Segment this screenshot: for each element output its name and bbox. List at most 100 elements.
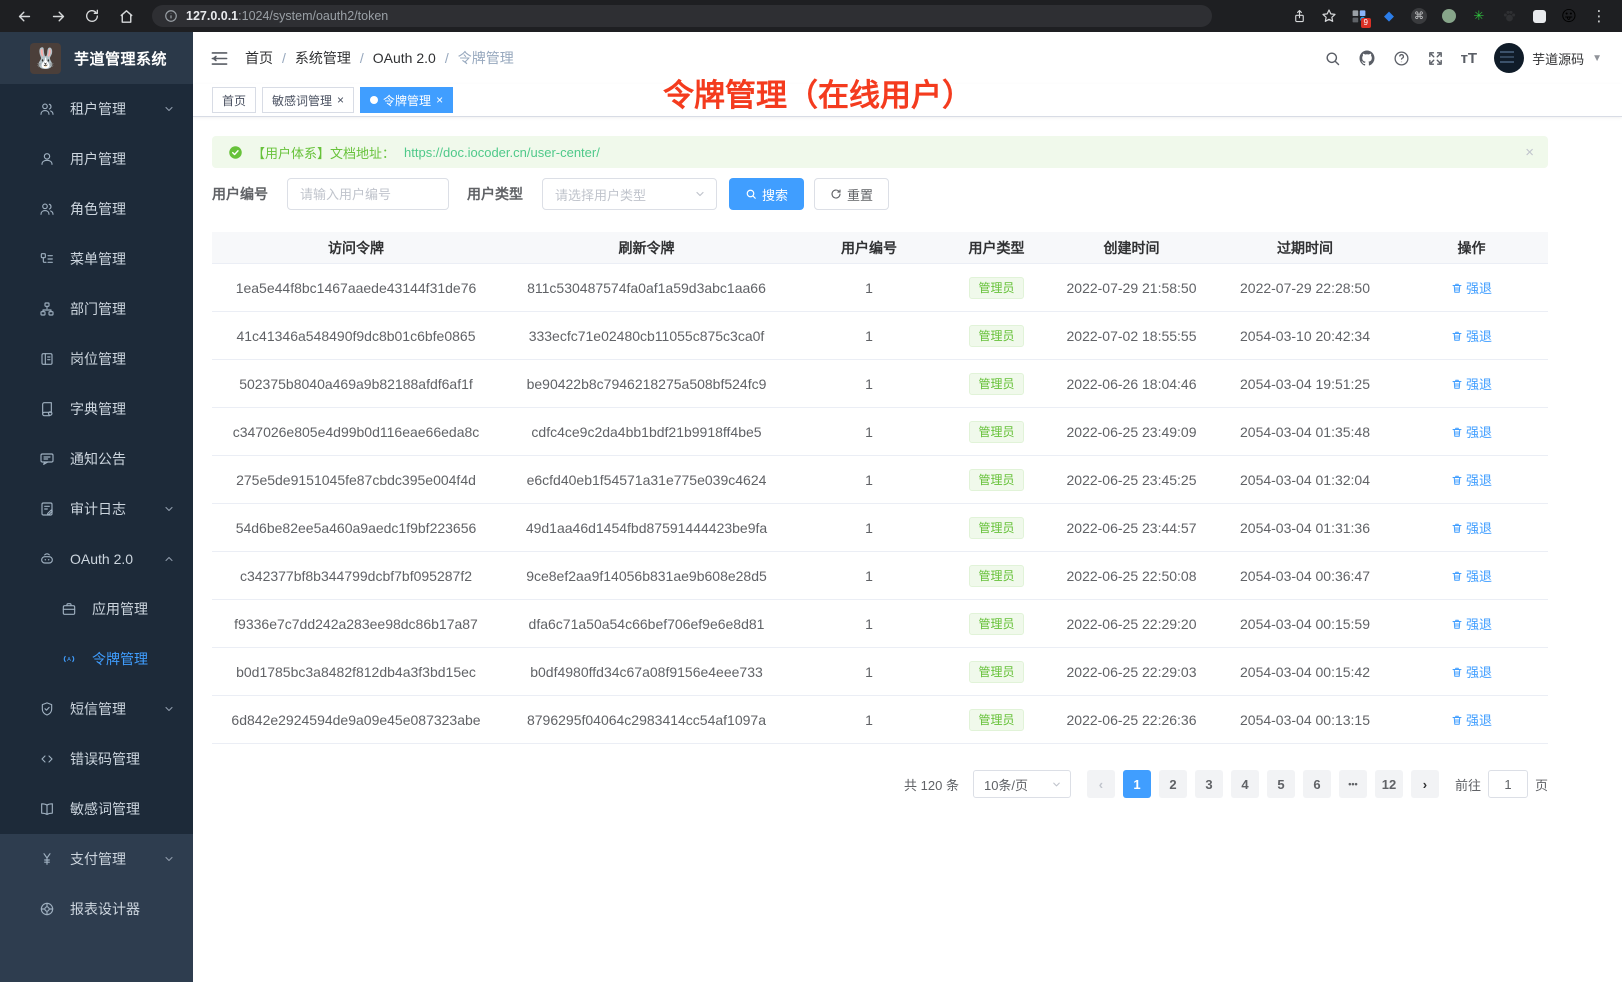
search-button[interactable]: 搜索 [729,178,804,210]
force-logout-button[interactable]: 强退 [1451,278,1492,297]
alert-link[interactable]: https://doc.iocoder.cn/user-center/ [404,145,600,160]
chevron-down-icon [163,703,175,715]
chevron-down-icon: ▼ [1592,53,1602,64]
force-logout-button[interactable]: 强退 [1451,374,1492,393]
sidebar-item-menu[interactable]: 菜单管理 [0,234,193,284]
fullscreen-icon[interactable] [1427,50,1444,67]
tab-敏感词管理[interactable]: 敏感词管理× [262,87,354,113]
sidebar-item-tenant[interactable]: 租户管理 [0,84,193,134]
table-row: 41c41346a548490f9dc8b01c6bfe0865333ecfc7… [212,312,1548,360]
page-button-3[interactable]: 3 [1195,770,1223,798]
search-icon[interactable] [1324,50,1341,67]
user-id-input[interactable] [287,178,449,210]
next-page-button[interactable]: › [1411,770,1439,798]
home-icon[interactable] [112,4,140,28]
reset-button[interactable]: 重置 [814,178,889,210]
font-size-icon[interactable]: тT [1461,50,1478,67]
page-button-2[interactable]: 2 [1159,770,1187,798]
sidebar-item-dept[interactable]: 部门管理 [0,284,193,334]
extension-circle-icon[interactable] [1436,4,1462,28]
force-logout-button[interactable]: 强退 [1451,326,1492,345]
expire-time-cell: 2054-03-10 20:42:34 [1215,328,1395,344]
extension-diamond-icon[interactable]: ◆ [1376,4,1402,28]
url-host: 127.0.0.1 [186,9,238,23]
extension-tabs-icon[interactable]: 9 [1346,4,1372,28]
force-logout-button[interactable]: 强退 [1451,566,1492,585]
close-icon[interactable]: × [436,94,443,106]
share-icon[interactable] [1286,4,1312,28]
sidebar-item-sms[interactable]: 短信管理 [0,684,193,734]
user-id-cell: 1 [793,712,945,728]
create-time-cell: 2022-07-29 21:58:50 [1048,280,1215,296]
sidebar-item-report[interactable]: 报表设计器 [0,884,193,934]
breadcrumb-item[interactable]: 首页 [245,48,273,68]
sidebar-item-label: 令牌管理 [92,649,148,669]
sidebar-item-oauth2-app[interactable]: 应用管理 [0,584,193,634]
force-logout-button[interactable]: 强退 [1451,518,1492,537]
page-button-12[interactable]: 12 [1375,770,1403,798]
reload-icon[interactable] [78,4,106,28]
sidebar-item-oauth2[interactable]: OAuth 2.0 [0,534,193,584]
collapse-sidebar-icon[interactable] [210,49,229,68]
sidebar-item-error-code[interactable]: 错误码管理 [0,734,193,784]
user-type-badge: 管理员 [969,469,1023,491]
sidebar-item-pay[interactable]: 支付管理 [0,834,193,884]
github-icon[interactable] [1358,49,1376,67]
access-token-cell: 502375b8040a469a9b82188afdf6af1f [212,376,500,392]
sidebar-item-post[interactable]: 岗位管理 [0,334,193,384]
tab-首页[interactable]: 首页 [212,87,256,113]
forward-icon[interactable] [44,4,72,28]
user-icon [38,151,56,167]
browser-menu-icon[interactable]: ⋮ [1586,4,1612,28]
prev-page-button[interactable]: ‹ [1087,770,1115,798]
page-button-1[interactable]: 1 [1123,770,1151,798]
tab-令牌管理[interactable]: 令牌管理× [360,87,453,113]
sidebar-item-dict[interactable]: 字典管理 [0,384,193,434]
back-icon[interactable] [10,4,38,28]
force-logout-button[interactable]: 强退 [1451,662,1492,681]
extension-square-icon[interactable] [1526,4,1552,28]
sidebar-item-oauth2-token[interactable]: A 令牌管理 [0,634,193,684]
sidebar-item-label: 错误码管理 [70,749,140,769]
force-logout-button[interactable]: 强退 [1451,422,1492,441]
more-pages-button[interactable]: ••• [1339,770,1367,798]
sidebar-item-audit-log[interactable]: 审计日志 [0,484,193,534]
sidebar-item-notice[interactable]: 通知公告 [0,434,193,484]
user-type-cell: 管理员 [945,277,1048,299]
goto-page-input[interactable] [1488,770,1528,798]
sidebar-item-sensitive[interactable]: 敏感词管理 [0,784,193,834]
breadcrumb-item[interactable]: 系统管理 [295,48,351,68]
sidebar-item-user[interactable]: 用户管理 [0,134,193,184]
force-logout-button[interactable]: 强退 [1451,614,1492,633]
profile-avatar-icon[interactable]: 😛 [1556,4,1582,28]
extension-star-icon[interactable]: ✳ [1466,4,1492,28]
bookmark-star-icon[interactable] [1316,4,1342,28]
site-info-icon[interactable] [164,9,178,23]
chevron-down-icon [163,503,175,515]
close-icon[interactable]: × [337,94,344,106]
extension-command-icon[interactable]: ⌘ [1406,4,1432,28]
trash-icon [1451,618,1463,630]
page-button-5[interactable]: 5 [1267,770,1295,798]
force-logout-button[interactable]: 强退 [1451,470,1492,489]
help-icon[interactable] [1393,50,1410,67]
page-size-select[interactable]: 10条/页 [973,770,1071,798]
user-menu[interactable]: 芋道源码 ▼ [1494,43,1602,73]
sidebar-item-role[interactable]: 角色管理 [0,184,193,234]
extension-paw-icon[interactable] [1496,4,1522,28]
breadcrumb-item[interactable]: OAuth 2.0 [373,50,436,66]
goto-suffix: 页 [1535,775,1548,794]
force-logout-button[interactable]: 强退 [1451,710,1492,729]
access-token-cell: c347026e805e4d99b0d116eae66eda8c [212,424,500,440]
expire-time-cell: 2054-03-04 00:15:59 [1215,616,1395,632]
user-id-cell: 1 [793,376,945,392]
page-button-4[interactable]: 4 [1231,770,1259,798]
token-icon: A [60,651,78,667]
trash-icon [1451,474,1463,486]
action-cell: 强退 [1395,278,1548,297]
alert-close-icon[interactable]: × [1525,144,1534,161]
user-type-select[interactable]: 请选择用户类型 [542,178,717,210]
page-button-6[interactable]: 6 [1303,770,1331,798]
address-bar[interactable]: 127.0.0.1:1024/system/oauth2/token [152,5,1212,27]
book-icon [38,801,56,817]
